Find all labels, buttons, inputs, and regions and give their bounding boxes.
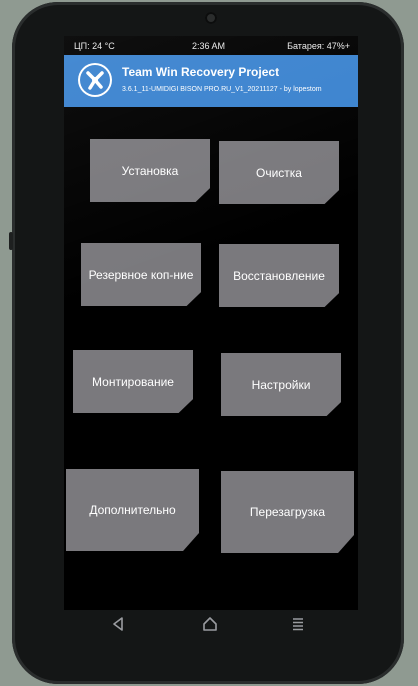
wipe-button[interactable]: Очистка: [219, 141, 339, 204]
install-label: Установка: [121, 163, 179, 178]
advanced-label: Дополнительно: [89, 503, 176, 517]
restore-label: Восстановление: [233, 268, 325, 283]
app-title: Team Win Recovery Project: [122, 65, 280, 79]
status-bar: ЦП: 24 °C 2:36 AM Батарея: 47%+: [64, 36, 358, 55]
battery-level: Батарея: 47%+: [287, 41, 350, 51]
clock: 2:36 AM: [192, 41, 226, 51]
reboot-label: Перезагрузка: [249, 505, 326, 519]
back-icon[interactable]: [106, 612, 130, 636]
advanced-button[interactable]: Дополнительно: [66, 469, 199, 551]
settings-label: Настройки: [251, 377, 311, 392]
cpu-temperature: ЦП: 24 °C: [74, 41, 115, 51]
navigation-bar: [64, 606, 358, 642]
backup-button[interactable]: Резервное коп-ние: [81, 243, 201, 306]
front-camera: [205, 12, 217, 24]
reboot-button[interactable]: Перезагрузка: [221, 471, 354, 553]
side-button: [9, 232, 13, 250]
wipe-label: Очистка: [256, 165, 302, 180]
mount-label: Монтирование: [92, 374, 174, 389]
app-version: 3.6.1_11-UMIDIGI BISON PRO.RU_V1_2021112…: [122, 86, 322, 93]
backup-label: Резервное коп-ние: [88, 267, 194, 282]
twrp-logo-icon: [78, 63, 112, 97]
home-icon[interactable]: [198, 612, 222, 636]
recovery-screen: ЦП: 24 °C 2:36 AM Батарея: 47%+ Team Win…: [64, 36, 358, 610]
install-button[interactable]: Установка: [90, 139, 210, 202]
restore-button[interactable]: Восстановление: [219, 244, 339, 307]
app-header: Team Win Recovery Project 3.6.1_11-UMIDI…: [64, 55, 358, 107]
settings-button[interactable]: Настройки: [221, 353, 341, 416]
menu-icon[interactable]: [286, 612, 310, 636]
mount-button[interactable]: Монтирование: [73, 350, 193, 413]
